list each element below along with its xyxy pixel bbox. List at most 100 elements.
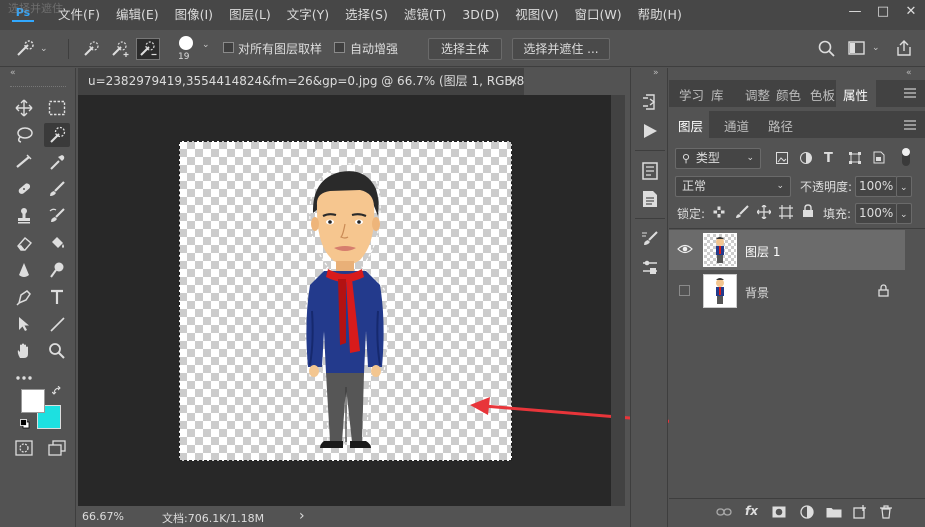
- document-tab[interactable]: u=2382979419,3554414824&fm=26&gp=0.jpg @…: [78, 68, 524, 95]
- new-group-icon[interactable]: [826, 506, 842, 518]
- layer-filter-select[interactable]: ⚲ 类型 ⌄: [675, 148, 761, 169]
- add-to-selection-button[interactable]: [108, 38, 132, 60]
- edit-toolbar-button[interactable]: [11, 366, 37, 390]
- eraser-tool[interactable]: [11, 231, 37, 255]
- menu-layer[interactable]: 图层(L): [221, 0, 279, 30]
- filter-pixel-layers-icon[interactable]: [776, 152, 788, 164]
- lasso-tool[interactable]: [11, 123, 37, 147]
- menu-edit[interactable]: 编辑(E): [108, 0, 167, 30]
- move-tool[interactable]: [11, 96, 37, 120]
- default-colors-icon[interactable]: [20, 419, 30, 429]
- opacity-dropdown[interactable]: ⌄: [896, 176, 912, 197]
- menu-file[interactable]: 文件(F): [50, 0, 108, 30]
- zoom-level[interactable]: 66.67%: [82, 510, 124, 523]
- healing-brush-tool[interactable]: [11, 177, 37, 201]
- layer-name[interactable]: 图层 1: [745, 243, 780, 260]
- blur-tool[interactable]: [11, 258, 37, 282]
- lock-position-icon[interactable]: [757, 205, 771, 219]
- close-tab-icon[interactable]: ×: [508, 68, 518, 95]
- filter-adjustment-layers-icon[interactable]: [800, 152, 812, 164]
- lock-all-icon[interactable]: [802, 204, 814, 218]
- screen-mode-button[interactable]: [44, 436, 70, 460]
- line-tool[interactable]: [44, 312, 70, 336]
- share-icon[interactable]: [895, 39, 913, 57]
- lock-artboard-icon[interactable]: [779, 205, 793, 219]
- subtract-from-selection-button[interactable]: [136, 38, 160, 60]
- link-layers-icon[interactable]: [716, 506, 732, 518]
- select-subject-button[interactable]: 选择主体: [428, 38, 502, 60]
- layer-row[interactable]: 背景: [669, 271, 905, 311]
- close-button[interactable]: ✕: [897, 0, 925, 22]
- auto-enhance-checkbox[interactable]: [334, 42, 345, 53]
- tab-properties[interactable]: 属性: [836, 80, 876, 107]
- fill-input[interactable]: 100%: [855, 203, 897, 224]
- workspace-icon[interactable]: ⌄: [848, 40, 880, 56]
- brush-size-picker[interactable]: 19 ⌄: [172, 34, 216, 66]
- history-panel-button[interactable]: [640, 92, 660, 112]
- visibility-toggle-empty[interactable]: [679, 285, 690, 296]
- filter-type-layers-icon[interactable]: T: [824, 151, 833, 166]
- tab-learn[interactable]: 学习: [679, 85, 704, 104]
- menu-type[interactable]: 文字(Y): [279, 0, 337, 30]
- fill-dropdown[interactable]: ⌄: [896, 203, 912, 224]
- quick-selection-tool[interactable]: [44, 123, 70, 147]
- canvas-area[interactable]: [78, 95, 691, 506]
- menu-select[interactable]: 选择(S): [337, 0, 396, 30]
- menu-help[interactable]: 帮助(H): [630, 0, 690, 30]
- brush-tool[interactable]: [44, 177, 70, 201]
- type-tool[interactable]: [44, 285, 70, 309]
- lock-transparent-pixels-icon[interactable]: [713, 206, 725, 218]
- swap-colors-icon[interactable]: [52, 386, 62, 396]
- tab-libraries[interactable]: 库: [711, 85, 724, 104]
- maximize-button[interactable]: □: [869, 0, 897, 22]
- opacity-input[interactable]: 100%: [855, 176, 897, 197]
- tab-adjustments[interactable]: 调整: [745, 85, 770, 104]
- menu-view[interactable]: 视图(V): [507, 0, 566, 30]
- tool-preset-picker[interactable]: ⌄: [14, 37, 60, 61]
- tab-channels[interactable]: 通道: [724, 116, 749, 135]
- quick-mask-button[interactable]: [11, 436, 37, 460]
- filter-smart-objects-icon[interactable]: [873, 151, 885, 164]
- blend-mode-select[interactable]: 正常 ⌄: [675, 176, 791, 197]
- clone-stamp-tool[interactable]: [11, 204, 37, 228]
- eyedropper-tool[interactable]: [44, 150, 70, 174]
- layers-panel-menu-icon[interactable]: [904, 120, 916, 130]
- dodge-tool[interactable]: [44, 258, 70, 282]
- foreground-color-swatch[interactable]: [21, 389, 45, 413]
- panel-menu-icon[interactable]: [904, 88, 916, 98]
- image-canvas[interactable]: [179, 141, 512, 461]
- new-adjustment-layer-icon[interactable]: [800, 505, 814, 519]
- select-and-mask-button[interactable]: 选择并遮住 ...: [512, 38, 610, 60]
- collapse-panels-icon[interactable]: »: [653, 68, 659, 78]
- filter-toggle-switch[interactable]: [902, 148, 910, 166]
- sample-all-layers-checkbox[interactable]: [223, 42, 234, 53]
- search-icon[interactable]: [818, 40, 836, 58]
- new-layer-icon[interactable]: [853, 505, 867, 519]
- actions-panel-button[interactable]: [642, 123, 658, 139]
- menu-3d[interactable]: 3D(D): [454, 0, 507, 30]
- menu-filter[interactable]: 滤镜(T): [396, 0, 454, 30]
- path-selection-tool[interactable]: [11, 312, 37, 336]
- layer-name[interactable]: 背景: [745, 284, 769, 301]
- menu-window[interactable]: 窗口(W): [567, 0, 630, 30]
- layer-style-fx-icon[interactable]: fx: [745, 504, 758, 518]
- status-menu-arrow-icon[interactable]: ›: [299, 508, 305, 524]
- marquee-tool[interactable]: [44, 96, 70, 120]
- crop-tool[interactable]: [11, 150, 37, 174]
- zoom-tool[interactable]: [44, 339, 70, 363]
- expand-panels-icon[interactable]: «: [906, 68, 912, 78]
- tool-presets-button[interactable]: [641, 258, 659, 276]
- tab-swatches[interactable]: 色板: [810, 85, 835, 104]
- character-panel-button[interactable]: [642, 162, 658, 180]
- tab-color[interactable]: 颜色: [776, 85, 801, 104]
- paragraph-panel-button[interactable]: [642, 190, 658, 208]
- tab-layers[interactable]: 图层: [669, 111, 709, 138]
- vertical-scrollbar[interactable]: [611, 95, 625, 506]
- add-mask-icon[interactable]: [772, 506, 786, 518]
- paint-bucket-tool[interactable]: [44, 231, 70, 255]
- delete-layer-icon[interactable]: [880, 505, 892, 519]
- lock-image-pixels-icon[interactable]: [735, 205, 749, 219]
- brush-settings-button[interactable]: [641, 230, 659, 248]
- menu-image[interactable]: 图像(I): [167, 0, 221, 30]
- layer-row[interactable]: 图层 1: [669, 230, 905, 270]
